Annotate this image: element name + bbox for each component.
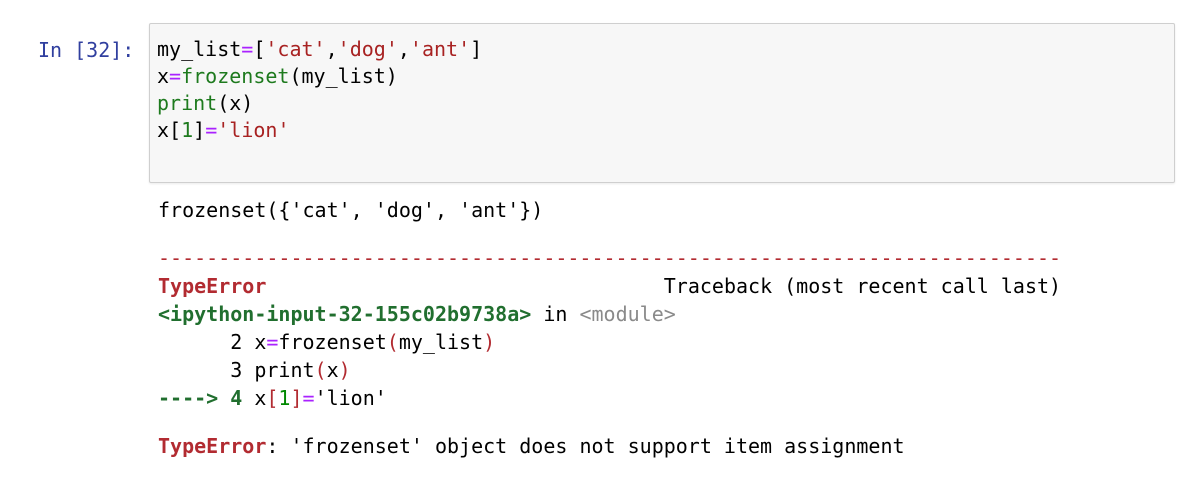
code-editor[interactable]: my_list=['cat','dog','ant'] x=frozenset(m… (157, 36, 482, 144)
tb-line3-prefix: 3 (158, 358, 255, 382)
code-token: (my_list) (289, 64, 398, 88)
tb-line3-arg: x (326, 358, 339, 382)
code-line-4: x[1]='lion' (157, 117, 482, 144)
code-token: print (157, 91, 218, 115)
traceback-line-4: ----> 4 x[1]='lion' (158, 384, 1061, 412)
tb-line2-close: ) (483, 330, 496, 354)
cell-output: frozenset({'cat', 'dog', 'ant'}) --------… (158, 196, 1061, 460)
code-token: frozenset (181, 64, 290, 88)
code-token: x (157, 64, 170, 88)
tb-line2-open: ( (386, 330, 399, 354)
tb-line4-eq: = (302, 386, 315, 410)
code-token: = (169, 64, 182, 88)
traceback-line-2: 2 x=frozenset(my_list) (158, 328, 1061, 356)
traceback-module: <module> (579, 302, 676, 326)
traceback-header: Traceback (most recent call last) (663, 274, 1062, 298)
traceback-location: <ipython-input-32-155c02b9738a> in <modu… (158, 300, 1061, 328)
tb-line2-func: frozenset (278, 330, 387, 354)
code-token: ] (470, 37, 483, 61)
stdout-line: frozenset({'cat', 'dog', 'ant'}) (158, 198, 544, 222)
notebook-cell[interactable]: In [32]: my_list=['cat','dog','ant'] x=fr… (0, 0, 1198, 493)
code-token: 'cat' (265, 37, 326, 61)
traceback-separator: ----------------------------------------… (158, 246, 1062, 270)
traceback-in: in (531, 302, 580, 326)
input-prompt: In [32]: (38, 38, 135, 62)
traceback-spacer (266, 274, 663, 298)
tb-line2-eq: = (266, 330, 279, 354)
code-token: x[ (157, 118, 182, 142)
code-token: 'lion' (217, 118, 290, 142)
code-token: ] (193, 118, 206, 142)
tb-line3-close: ) (338, 358, 351, 382)
code-token: 'dog' (337, 37, 398, 61)
code-token: = (205, 118, 218, 142)
traceback-arrow: ----> 4 (158, 386, 255, 410)
code-input-area[interactable]: my_list=['cat','dog','ant'] x=frozenset(m… (149, 23, 1175, 183)
code-token: 1 (181, 118, 194, 142)
code-token: = (241, 37, 254, 61)
code-token: , (397, 37, 410, 61)
traceback-line-3: 3 print(x) (158, 356, 1061, 384)
error-name: TypeError (158, 274, 267, 298)
tb-line4-lb: [ (266, 386, 279, 410)
final-error-name: TypeError (158, 434, 267, 458)
code-token: 'ant' (409, 37, 471, 61)
tb-line2-arg: my_list (398, 330, 484, 354)
tb-line2-prefix: 2 x (158, 330, 267, 354)
code-line-3: print(x) (157, 90, 482, 117)
code-token: my_list (157, 37, 242, 61)
tb-line4-rb: ] (290, 386, 303, 410)
final-error-message: : 'frozenset' object does not support it… (266, 434, 905, 458)
tb-line4-str: 'lion' (314, 386, 387, 410)
tb-line3-func: print (254, 358, 315, 382)
tb-line3-open: ( (314, 358, 327, 382)
code-line-2: x=frozenset(my_list) (157, 63, 482, 90)
final-error-line: TypeError: 'frozenset' object does not s… (158, 432, 1061, 460)
tb-line4-num: 1 (278, 386, 291, 410)
traceback-header-line: TypeError Traceback (most recent call la… (158, 272, 1061, 300)
code-token: , (325, 37, 338, 61)
tb-line4-x: x (254, 386, 267, 410)
code-token: (x) (217, 91, 254, 115)
code-line-1: my_list=['cat','dog','ant'] (157, 36, 482, 63)
code-token: [ (253, 37, 266, 61)
traceback-file: <ipython-input-32-155c02b9738a> (158, 302, 532, 326)
